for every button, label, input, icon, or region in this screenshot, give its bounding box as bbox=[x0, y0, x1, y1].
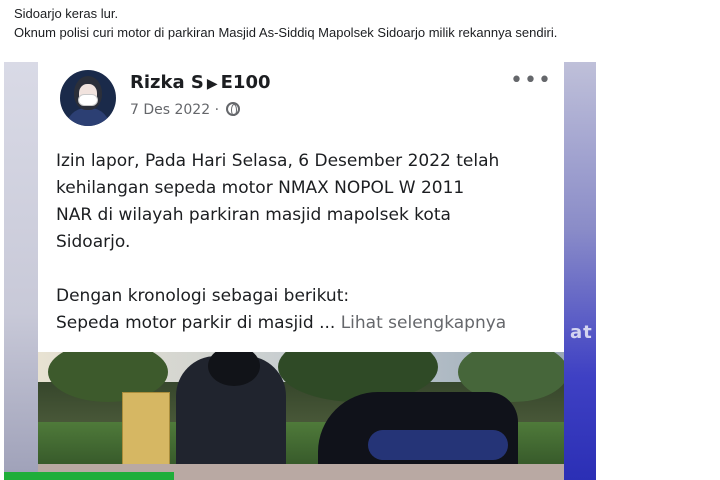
post-date: 7 Des 2022 bbox=[130, 102, 211, 118]
green-accent-bar bbox=[4, 472, 174, 480]
caption-line-2: Oknum polisi curi motor di parkiran Masj… bbox=[14, 25, 558, 40]
caption-line-1: Sidoarjo keras lur. bbox=[14, 6, 119, 21]
more-dots-icon: ••• bbox=[510, 68, 552, 93]
screenshot-left-border bbox=[4, 62, 38, 480]
post-body: Izin lapor, Pada Hari Selasa, 6 Desember… bbox=[56, 148, 556, 337]
post-meta: 7 Des 2022 · bbox=[130, 102, 241, 118]
avatar bbox=[60, 70, 116, 126]
post-text-line: Dengan kronologi sebagai berikut: bbox=[56, 286, 350, 306]
post-caption: Sidoarjo keras lur. Oknum polisi curi mo… bbox=[14, 4, 714, 42]
play-arrow-icon: ▶ bbox=[206, 76, 218, 92]
post-text-line: kehilangan sepeda motor NMAX NOPOL W 201… bbox=[56, 178, 465, 198]
embedded-screenshot: at Rizka S ▶ E100 7 Des 2022 · ••• Izin la… bbox=[4, 62, 596, 480]
post-author-line: Rizka S ▶ E100 bbox=[130, 72, 271, 93]
group-name: E100 bbox=[220, 72, 271, 93]
post-text-line: Izin lapor, Pada Hari Selasa, 6 Desember… bbox=[56, 151, 500, 171]
see-more-link: Lihat selengkapnya bbox=[340, 313, 507, 333]
watermark-fragment: at bbox=[570, 322, 593, 343]
post-photo bbox=[38, 352, 564, 480]
globe-icon bbox=[226, 102, 241, 116]
facebook-post-card: Rizka S ▶ E100 7 Des 2022 · ••• Izin lapor… bbox=[38, 62, 564, 352]
post-text-line: NAR di wilayah parkiran masjid mapolsek … bbox=[56, 205, 451, 225]
post-text-line: Sepeda motor parkir di masjid ... Lihat … bbox=[56, 310, 556, 337]
author-name: Rizka S bbox=[130, 72, 204, 93]
screenshot-right-border: at bbox=[564, 62, 596, 480]
post-text-truncated: Sepeda motor parkir di masjid ... bbox=[56, 313, 336, 333]
post-text-line: Sidoarjo. bbox=[56, 232, 131, 252]
meta-separator: · bbox=[214, 102, 220, 118]
